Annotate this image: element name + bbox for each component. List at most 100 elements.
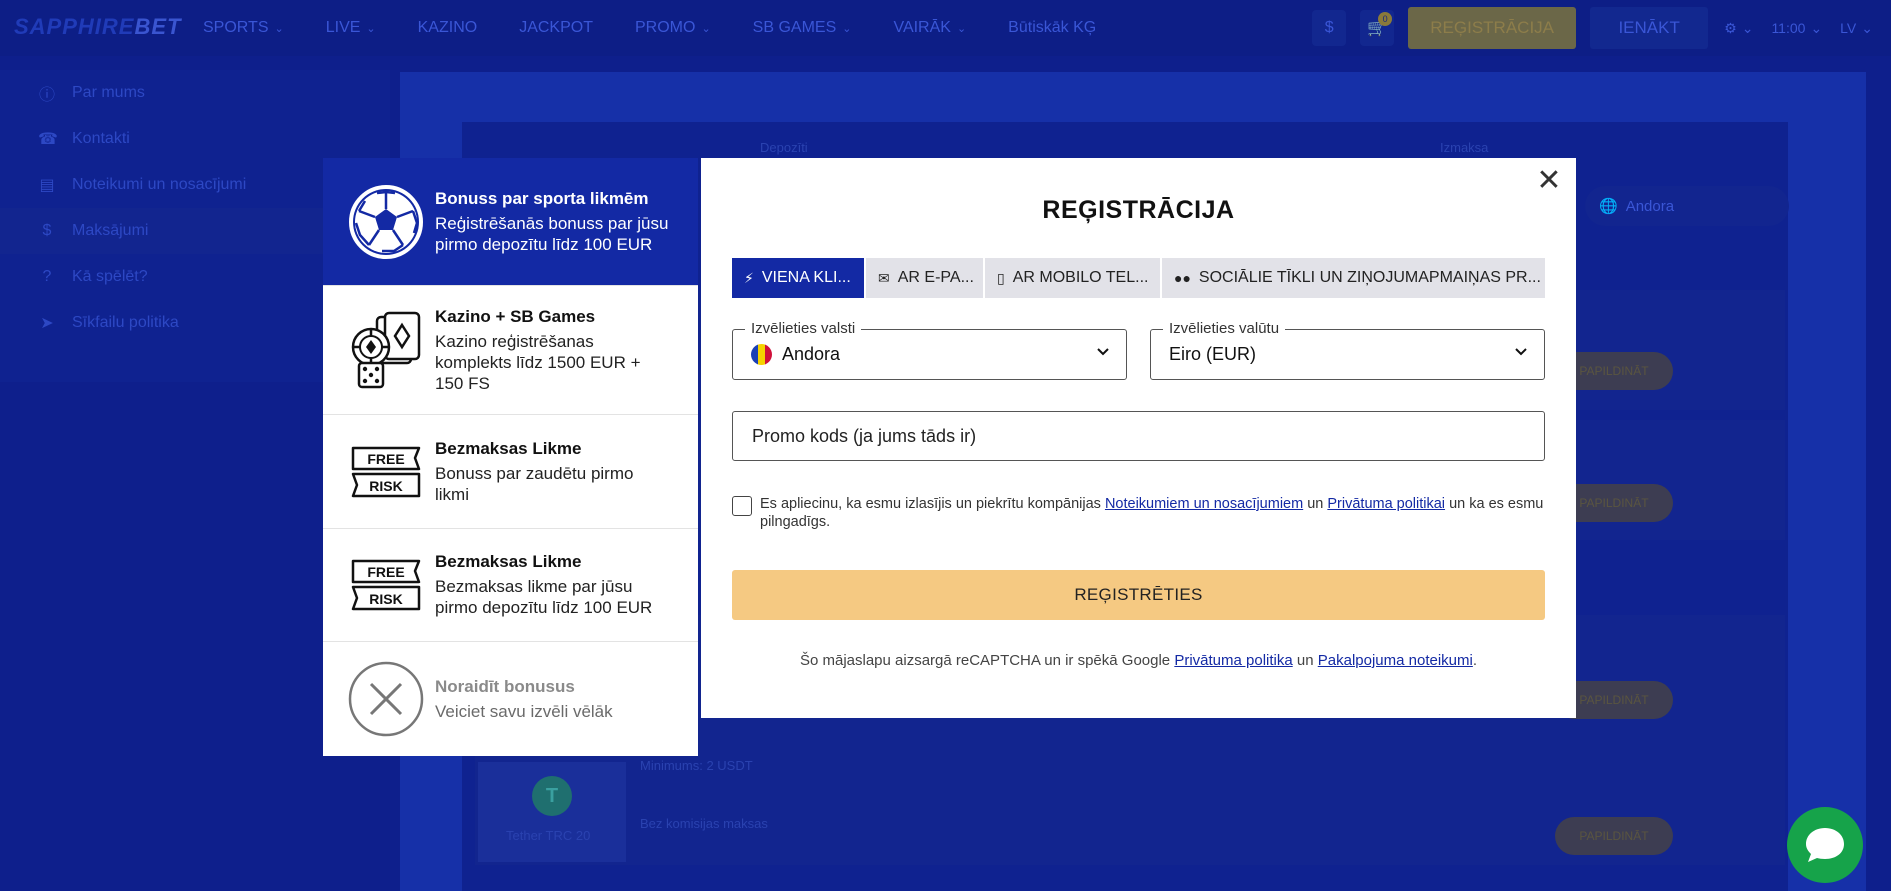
soccer-ball-icon — [347, 158, 425, 285]
main-nav: SPORTS ⌄ LIVE ⌄ KAZINO JACKPOT PROMO ⌄ SB G… — [203, 0, 1138, 56]
bonus-title: Bezmaksas Likme — [435, 552, 582, 571]
bonus-title: Noraidīt bonusus — [435, 676, 575, 696]
currency-select-label: Izvēlieties valūtu — [1163, 320, 1286, 337]
bonus-title: Kazino + SB Games — [435, 306, 596, 326]
settings-dropdown[interactable]: ⚙ ⌄ — [1724, 20, 1753, 37]
casino-cards-icon — [347, 286, 425, 414]
promo-code-input[interactable]: Promo kods (ja jums tāds ir) — [732, 411, 1545, 461]
bonus-option-sports[interactable]: Bonuss par sporta likmēm Reģistrēšanās b… — [323, 158, 698, 286]
country-filter[interactable]: 🌐 Andora — [1585, 186, 1789, 226]
nav-promo[interactable]: PROMO ⌄ — [635, 19, 733, 37]
bonus-description: Veiciet savu izvēli vēlāk — [435, 701, 613, 721]
free-risk-icon: FREE RISK — [347, 415, 425, 528]
chat-bubble-icon — [1806, 828, 1844, 862]
header-register-button[interactable]: REĢISTRĀCIJA — [1408, 7, 1577, 49]
svg-text:FREE: FREE — [367, 564, 404, 580]
tab-email[interactable]: ✉ AR E-PA... — [866, 258, 985, 298]
bonus-option-free-bet-loss[interactable]: FREE RISK Bezmaksas Likme Bonuss par zau… — [323, 415, 698, 529]
bonus-description: Bonuss par zaudētu pirmo likmi — [435, 463, 634, 504]
chevron-down-icon: ⌄ — [956, 22, 967, 35]
registration-tabs: ⚡︎ VIENA KLI... ✉ AR E-PA... ▯ AR MOBILO TE… — [732, 258, 1545, 298]
svg-text:RISK: RISK — [369, 591, 402, 607]
language-dropdown[interactable]: LV ⌄ — [1840, 20, 1873, 37]
tab-mobile[interactable]: ▯ AR MOBILO TEL... — [985, 258, 1162, 298]
question-icon: ? — [42, 268, 52, 285]
dollar-icon[interactable]: $ — [1312, 10, 1347, 46]
close-icon[interactable]: ✕ — [1534, 166, 1564, 196]
tab-one-click[interactable]: ⚡︎ VIENA KLI... — [732, 258, 866, 298]
document-icon: ▤ — [39, 177, 55, 194]
users-icon: ●● — [1174, 270, 1191, 286]
cart-icon[interactable]: 🛒 0 — [1360, 10, 1395, 46]
chevron-down-icon — [1515, 348, 1527, 356]
info-icon: ⓘ — [38, 87, 55, 104]
free-risk-icon: FREE RISK — [347, 529, 425, 641]
nav-jackpot[interactable]: JACKPOT — [519, 19, 615, 37]
nav-kazino[interactable]: KAZINO — [418, 19, 500, 37]
site-logo[interactable]: SAPPHIREBET — [14, 14, 181, 40]
bonus-option-free-bet-deposit[interactable]: FREE RISK Bezmaksas Likme Bezmaksas likm… — [323, 529, 698, 642]
google-privacy-link[interactable]: Privātuma politika — [1174, 652, 1292, 669]
terms-link[interactable]: Noteikumiem un nosacījumiem — [1105, 496, 1303, 512]
bonus-description: Kazino reģistrēšanas komplekts līdz 1500… — [435, 331, 641, 393]
chevron-down-icon: ⌄ — [366, 22, 376, 35]
terms-checkbox[interactable] — [732, 496, 752, 516]
bonus-selection-panel: Bonuss par sporta likmēm Reģistrēšanās b… — [323, 158, 698, 756]
chevron-down-icon: ⌄ — [701, 22, 711, 35]
pay-button[interactable]: PAPILDINĀT — [1555, 817, 1673, 855]
svg-text:RISK: RISK — [369, 478, 402, 494]
nav-more[interactable]: VAIRĀK ⌄ — [893, 19, 988, 37]
nav-live[interactable]: LIVE ⌄ — [326, 19, 398, 37]
dollar-icon: $ — [42, 222, 52, 239]
header-login-button[interactable]: IENĀKT — [1590, 7, 1709, 49]
sidebar-item-contacts[interactable]: ☎ Kontakti — [0, 116, 390, 162]
google-terms-link[interactable]: Pakalpojuma noteikumi — [1318, 652, 1473, 669]
chevron-down-icon — [1097, 348, 1109, 356]
withdraw-tab[interactable]: Izmaksa — [1440, 140, 1488, 155]
header-actions: $ 🛒 0 REĢISTRĀCIJA IENĀKT ⚙ ⌄ 11:00 ⌄ LV ⌄ — [1312, 0, 1891, 56]
lightning-icon: ⚡︎ — [744, 269, 754, 286]
privacy-link[interactable]: Privātuma politikai — [1327, 496, 1445, 512]
reject-icon — [347, 642, 425, 756]
country-select[interactable]: Izvēlieties valsti Andora — [732, 320, 1127, 380]
phone-icon: ☎ — [38, 131, 58, 148]
gear-icon: ⚙ — [1724, 19, 1737, 36]
bonus-title: Bonuss par sporta likmēm — [435, 188, 649, 208]
time-dropdown[interactable]: 11:00 ⌄ — [1771, 20, 1822, 37]
fee-text: Bez komisijas maksas — [640, 816, 768, 831]
chevron-down-icon: ⌄ — [274, 22, 284, 35]
nav-extra[interactable]: Būtiskāk KĢ — [1008, 19, 1118, 37]
bonus-title: Bezmaksas Likme — [435, 438, 582, 458]
chevron-down-icon: ⌄ — [1741, 19, 1754, 36]
nav-sb-games[interactable]: SB GAMES ⌄ — [753, 19, 874, 37]
svg-text:FREE: FREE — [367, 451, 404, 467]
bonus-description: Reģistrēšanās bonuss par jūsu pirmo depo… — [435, 213, 669, 254]
bonus-description: Bezmaksas likme par jūsu pirmo depozītu … — [435, 577, 653, 617]
tether-card: T Tether TRC 20 — [478, 762, 626, 862]
chevron-down-icon: ⌄ — [1861, 19, 1873, 36]
terms-text: Es apliecinu, ka esmu izlasījis un piekr… — [760, 496, 1544, 530]
registration-modal: ✕ REĢISTRĀCIJA ⚡︎ VIENA KLI... ✉ AR E-PA..… — [701, 158, 1576, 718]
country-select-label: Izvēlieties valsti — [745, 320, 862, 337]
sidebar-item-about[interactable]: ⓘ Par mums — [0, 70, 390, 116]
globe-icon: 🌐 — [1599, 198, 1618, 215]
tab-social[interactable]: ●● SOCIĀLIE TĪKLI UN ZIŅOJUMAPMAIŅAS PR..… — [1162, 258, 1545, 298]
bonus-option-reject[interactable]: Noraidīt bonusus Veiciet savu izvēli vēl… — [323, 642, 698, 756]
envelope-icon: ✉ — [878, 269, 890, 286]
deposit-tab[interactable]: Depozīti — [760, 140, 808, 155]
nav-sports[interactable]: SPORTS ⌄ — [203, 19, 306, 37]
chat-button[interactable] — [1787, 807, 1863, 883]
register-button[interactable]: REĢISTRĒTIES — [732, 570, 1545, 620]
top-navigation-bar: SAPPHIREBET SPORTS ⌄ LIVE ⌄ KAZINO JACKPOT… — [0, 0, 1891, 56]
andorra-flag-icon — [751, 344, 772, 365]
mobile-icon: ▯ — [997, 269, 1005, 286]
bonus-option-casino[interactable]: Kazino + SB Games Kazino reģistrēšanas k… — [323, 286, 698, 415]
modal-title: REĢISTRĀCIJA — [1042, 196, 1235, 224]
recaptcha-notice: Šo mājaslapu aizsargā reCAPTCHA un ir sp… — [799, 652, 1478, 669]
chevron-down-icon: ⌄ — [842, 22, 852, 35]
tether-icon: T — [532, 776, 572, 816]
cookie-icon: ➤ — [40, 315, 54, 332]
terms-agreement: Es apliecinu, ka esmu izlasījis un piekr… — [732, 495, 1545, 531]
currency-select[interactable]: Izvēlieties valūtu Eiro (EUR) — [1150, 320, 1545, 380]
chevron-down-icon: ⌄ — [1810, 19, 1823, 36]
